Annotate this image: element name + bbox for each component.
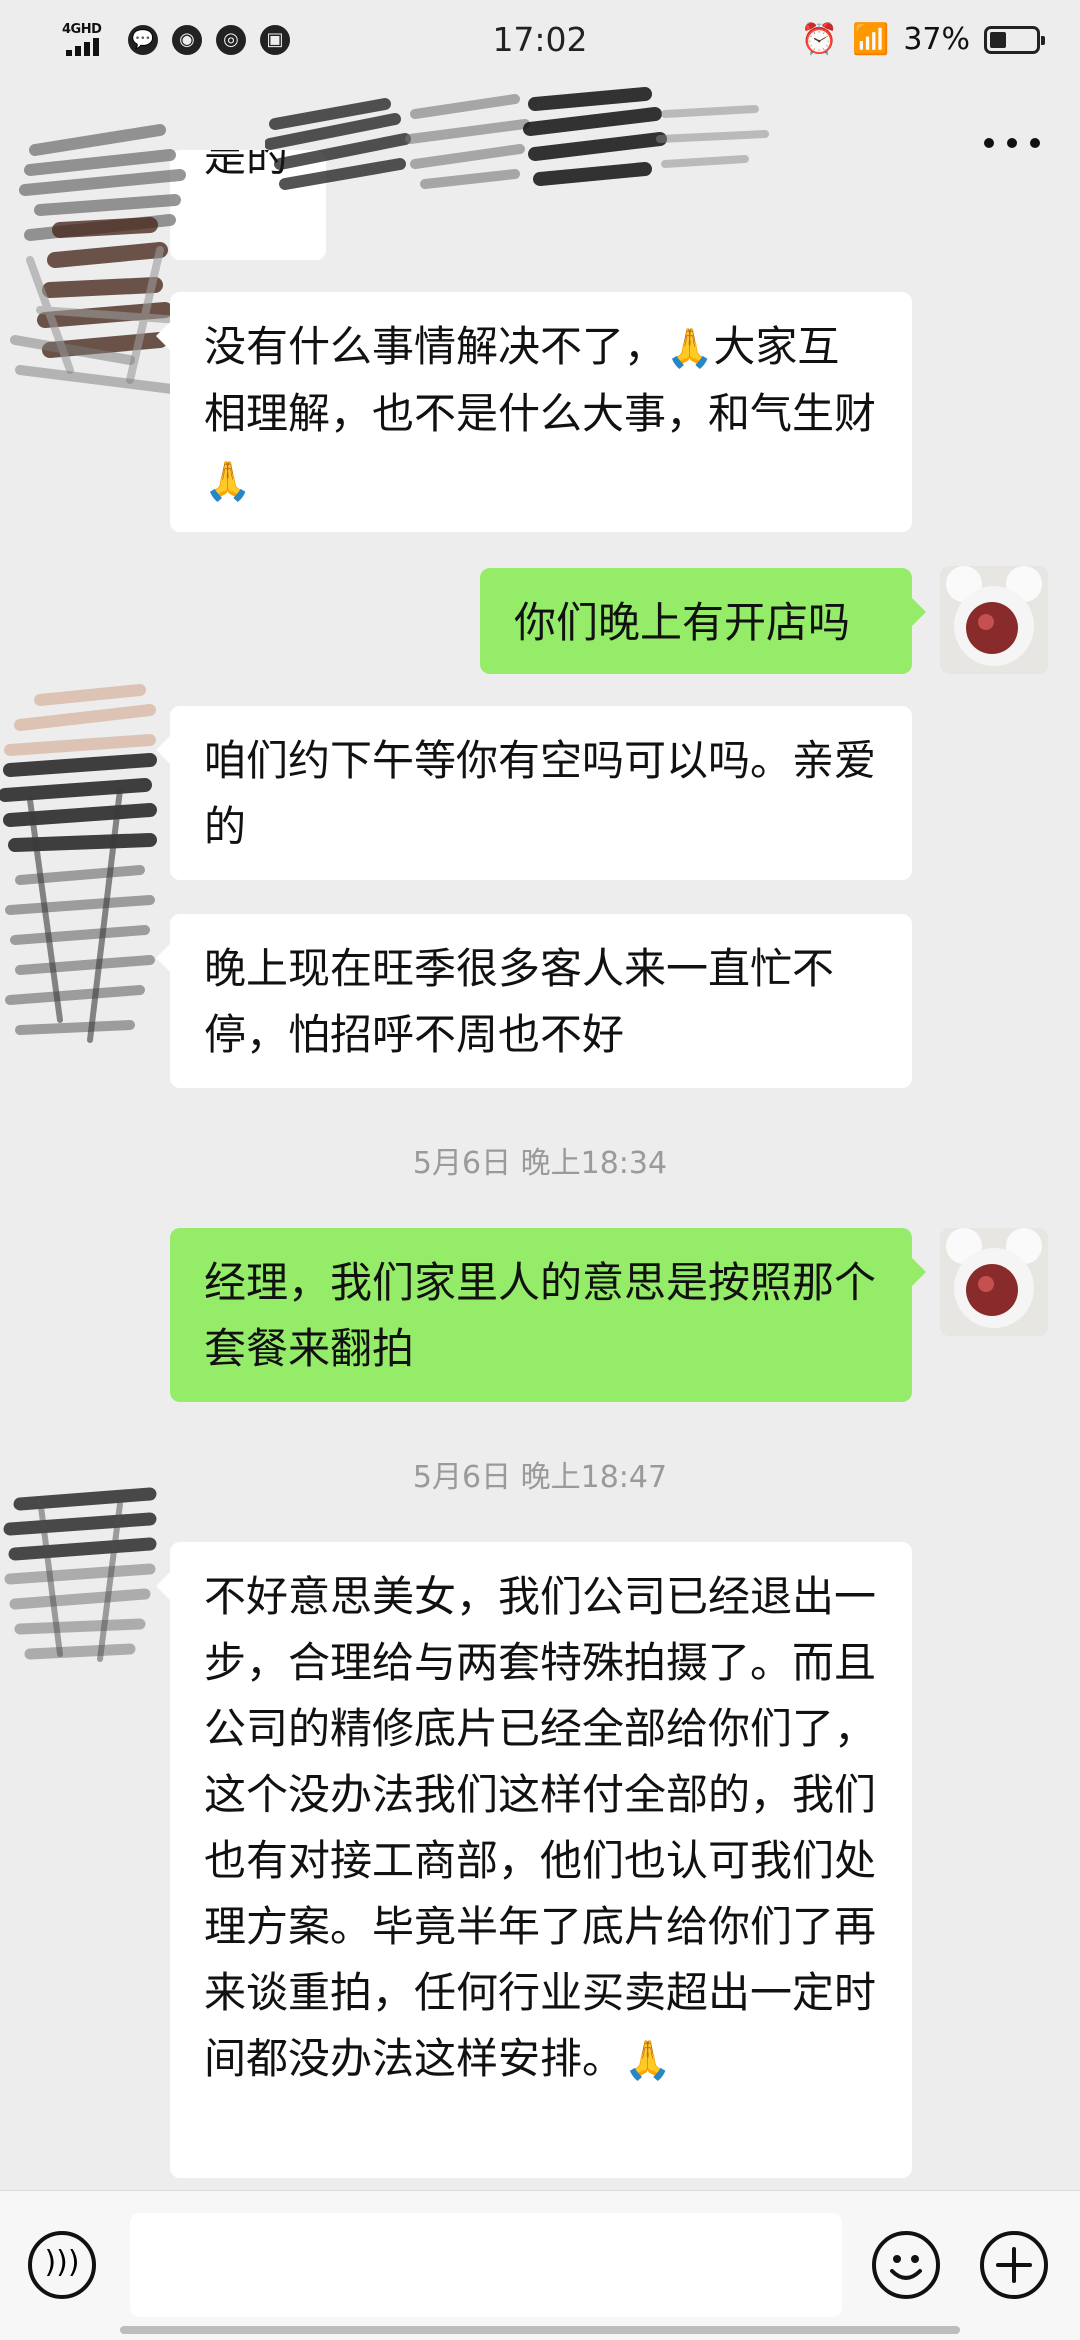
message-bubble[interactable]: 经理，我们家里人的意思是按照那个套餐来翻拍 bbox=[170, 1228, 926, 1402]
message-bubble[interactable]: 你们晚上有开店吗 bbox=[480, 568, 926, 674]
home-indicator[interactable] bbox=[120, 2326, 960, 2334]
status-bar: 4GHD 💬 ◉ ◎ ▣ 17:02 ⏰ 📶 37% bbox=[0, 0, 1080, 84]
message-text: 咱们约下午等你有空吗可以吗。亲爱的 bbox=[204, 736, 877, 851]
battery-icon bbox=[984, 25, 1045, 54]
contact-avatar[interactable] bbox=[0, 680, 160, 1070]
message-text: 你们晚上有开店吗 bbox=[514, 598, 851, 647]
pray-emoji-icon: 🙏 bbox=[666, 326, 714, 370]
battery-percent: 37% bbox=[903, 22, 970, 57]
message-bubble[interactable]: 不好意思美女，我们公司已经退出一步，合理给与两套特殊拍摄了。而且公司的精修底片已… bbox=[156, 1542, 912, 2178]
my-avatar[interactable] bbox=[940, 1228, 1048, 1336]
message-list[interactable]: 是的 没有什么事情解决不了，🙏大家互相理解，也不是什么大事，和气生财🙏 你们晚上… bbox=[0, 0, 1080, 2190]
chat-title-redacted bbox=[265, 87, 769, 190]
message-bubble[interactable]: 没有什么事情解决不了，🙏大家互相理解，也不是什么大事，和气生财🙏 bbox=[156, 292, 912, 532]
plus-icon bbox=[996, 2247, 1032, 2283]
more-dots-icon bbox=[984, 138, 994, 148]
emoji-button[interactable] bbox=[872, 2231, 940, 2299]
chat-screen: 是的 没有什么事情解决不了，🙏大家互相理解，也不是什么大事，和气生财🙏 你们晚上… bbox=[0, 0, 1080, 2340]
voice-icon: ))) bbox=[44, 2245, 80, 2280]
message-bubble[interactable]: 咱们约下午等你有空吗可以吗。亲爱的 bbox=[156, 706, 912, 880]
message-text: 晚上现在旺季很多客人来一直忙不停，怕招呼不周也不好 bbox=[204, 944, 835, 1059]
emoji-icon bbox=[890, 2255, 922, 2280]
my-avatar[interactable] bbox=[940, 566, 1048, 674]
voice-button[interactable]: ))) bbox=[28, 2231, 96, 2299]
message-input[interactable] bbox=[130, 2213, 842, 2317]
message-text: 经理，我们家里人的意思是按照那个套餐来翻拍 bbox=[204, 1258, 877, 1373]
message-bubble[interactable]: 晚上现在旺季很多客人来一直忙不停，怕招呼不周也不好 bbox=[156, 914, 912, 1088]
input-bar: ))) bbox=[0, 2190, 1080, 2340]
plus-button[interactable] bbox=[980, 2231, 1048, 2299]
message-text: 没有什么事情解决不了， bbox=[204, 322, 667, 371]
pray-emoji-icon: 🙏 bbox=[624, 2038, 672, 2082]
timestamp-separator: 5月6日 晚上18:47 bbox=[412, 1460, 668, 1495]
more-button[interactable] bbox=[984, 128, 1040, 158]
timestamp-separator: 5月6日 晚上18:34 bbox=[412, 1146, 668, 1181]
contact-avatar[interactable] bbox=[0, 1484, 160, 1674]
chat-header bbox=[0, 84, 1080, 204]
pray-emoji-icon: 🙏 bbox=[204, 459, 252, 503]
alarm-icon: ⏰ bbox=[800, 22, 838, 57]
message-text: 不好意思美女，我们公司已经退出一步，合理给与两套特殊拍摄了。而且公司的精修底片已… bbox=[204, 1572, 877, 2083]
wifi-icon: 📶 bbox=[851, 22, 890, 57]
